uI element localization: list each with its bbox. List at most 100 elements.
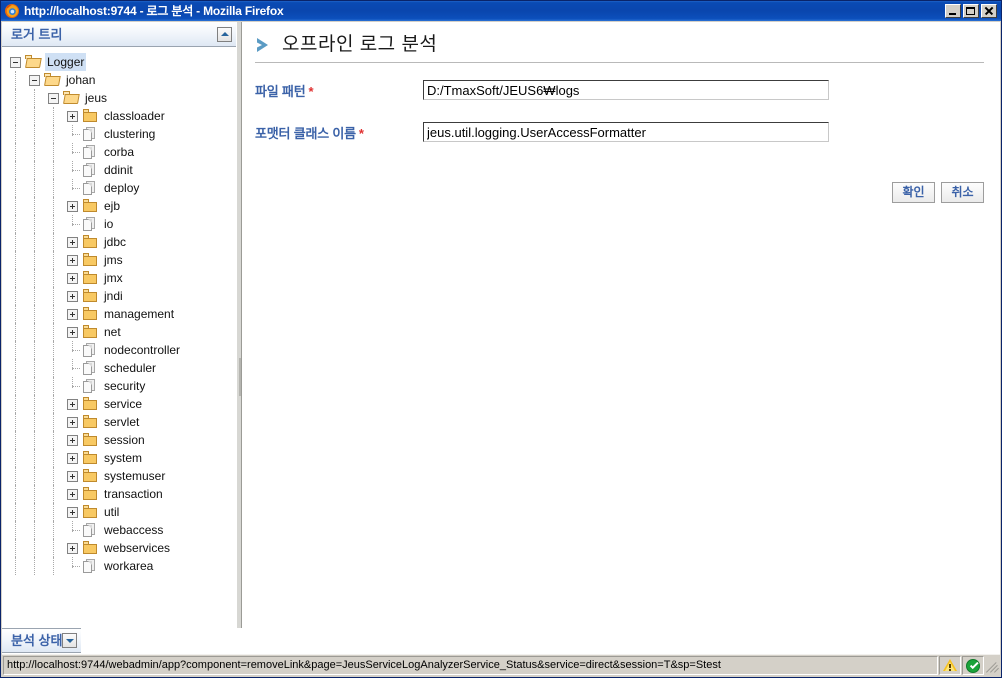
tree-item-jdbc[interactable]: jdbc — [2, 233, 236, 251]
minimize-button[interactable] — [945, 4, 961, 18]
tree-item-label: util — [104, 505, 120, 519]
tree-expand-button[interactable] — [67, 542, 78, 554]
tree-expand-button[interactable] — [67, 290, 78, 302]
tree-guide-line — [53, 377, 54, 395]
tree-item-scheduler[interactable]: scheduler — [2, 358, 236, 377]
resize-grip-icon[interactable] — [984, 656, 1000, 675]
tree-item-label: jdbc — [104, 235, 127, 249]
tree-guide-line — [34, 557, 35, 575]
logger-tree-list: Logger johan jeus classloader clustering corb… — [2, 53, 236, 575]
document-icon — [82, 379, 98, 393]
logger-tree-scroll[interactable]: Logger johan jeus classloader clustering corb… — [2, 47, 236, 628]
tree-item-logger[interactable]: Logger — [2, 53, 236, 71]
tree-item-classloader[interactable]: classloader — [2, 107, 236, 125]
tree-item-service[interactable]: service — [2, 395, 236, 413]
tree-guide-line — [15, 485, 16, 503]
tree-collapse-button[interactable] — [48, 92, 59, 104]
tree-expand-button[interactable] — [67, 200, 78, 212]
tree-item-label: deploy — [104, 181, 140, 195]
triangle-down-icon — [65, 638, 74, 643]
folder-open-icon — [25, 55, 42, 69]
tree-guide-line — [34, 161, 35, 179]
window-title: http://localhost:9744 - 로그 분석 - Mozilla … — [24, 4, 284, 18]
tree-item-corba[interactable]: corba — [2, 142, 236, 161]
tree-expand-button[interactable] — [67, 254, 78, 266]
tree-item-systemuser[interactable]: systemuser — [2, 467, 236, 485]
close-button[interactable] — [981, 4, 997, 18]
tree-item-ddinit[interactable]: ddinit — [2, 160, 236, 179]
tree-collapse-button[interactable] — [10, 56, 21, 68]
tree-item-label: transaction — [104, 487, 163, 501]
tree-guide-line — [34, 539, 35, 557]
tree-item-util[interactable]: util — [2, 503, 236, 521]
formatter-class-input[interactable] — [423, 122, 829, 142]
tree-expand-button[interactable] — [67, 398, 78, 410]
tree-item-ejb[interactable]: ejb — [2, 197, 236, 215]
tree-item-jmx[interactable]: jmx — [2, 269, 236, 287]
tree-item-session[interactable]: session — [2, 431, 236, 449]
tree-toggle-spacer — [67, 178, 80, 194]
tree-item-jms[interactable]: jms — [2, 251, 236, 269]
tree-item-label: jeus — [85, 91, 108, 105]
tree-expand-button[interactable] — [67, 506, 78, 518]
folder-icon — [82, 325, 98, 339]
tree-item-deploy[interactable]: deploy — [2, 178, 236, 197]
tree-guide-line — [53, 467, 54, 485]
logger-tree-title: 로거 트리 — [11, 26, 63, 42]
tree-item-johan[interactable]: johan — [2, 71, 236, 89]
tree-item-system[interactable]: system — [2, 449, 236, 467]
tree-item-jeus[interactable]: jeus — [2, 89, 236, 107]
logger-tree-collapse-button[interactable] — [217, 26, 232, 42]
folder-icon — [82, 415, 98, 429]
page-title: 오프라인 로그 분석 — [282, 34, 438, 55]
tree-expand-button[interactable] — [67, 272, 78, 284]
tree-expand-button[interactable] — [67, 236, 78, 248]
tree-item-webservices[interactable]: webservices — [2, 539, 236, 557]
confirm-button[interactable]: 확인 — [892, 182, 935, 203]
file-pattern-label-text: 파일 패턴 — [255, 83, 306, 99]
tree-guide-line — [53, 197, 54, 215]
tree-expand-button[interactable] — [67, 110, 78, 122]
analysis-status-expand-button[interactable] — [62, 633, 78, 648]
tree-expand-button[interactable] — [67, 308, 78, 320]
tree-collapse-button[interactable] — [29, 74, 40, 86]
tree-guide-line — [53, 125, 54, 143]
tree-item-label: clustering — [104, 127, 156, 141]
tree-expand-button[interactable] — [67, 434, 78, 446]
tree-item-webaccess[interactable]: webaccess — [2, 520, 236, 539]
tree-item-label: webservices — [104, 541, 171, 555]
tree-guide-line — [15, 89, 16, 107]
tree-guide-line — [34, 251, 35, 269]
tree-item-clustering[interactable]: clustering — [2, 124, 236, 143]
tree-expand-button[interactable] — [67, 470, 78, 482]
form-row-file-pattern: 파일 패턴 * — [255, 79, 1000, 101]
tree-item-security[interactable]: security — [2, 376, 236, 395]
tree-item-nodecontroller[interactable]: nodecontroller — [2, 340, 236, 359]
maximize-button[interactable] — [963, 4, 979, 18]
cancel-button[interactable]: 취소 — [941, 182, 984, 203]
tree-expand-button[interactable] — [67, 326, 78, 338]
tree-guide-line — [15, 287, 16, 305]
tree-item-net[interactable]: net — [2, 323, 236, 341]
document-icon — [82, 559, 98, 573]
tree-item-label: workarea — [104, 559, 154, 573]
tree-item-workarea[interactable]: workarea — [2, 556, 236, 575]
folder-icon — [82, 505, 98, 519]
status-security-cell[interactable] — [962, 656, 984, 675]
file-pattern-input[interactable] — [423, 80, 829, 100]
tree-item-io[interactable]: io — [2, 214, 236, 233]
tree-item-jndi[interactable]: jndi — [2, 287, 236, 305]
tree-guide-line — [34, 89, 35, 107]
status-warning-cell[interactable] — [939, 656, 961, 675]
tree-toggle-spacer — [67, 214, 80, 230]
tree-item-label: management — [104, 307, 175, 321]
tree-expand-button[interactable] — [67, 488, 78, 500]
tree-item-management[interactable]: management — [2, 305, 236, 323]
tree-item-servlet[interactable]: servlet — [2, 413, 236, 431]
tree-guide-line — [34, 215, 35, 233]
folder-open-icon — [44, 73, 61, 87]
tree-expand-button[interactable] — [67, 452, 78, 464]
tree-item-transaction[interactable]: transaction — [2, 485, 236, 503]
tree-expand-button[interactable] — [67, 416, 78, 428]
browser-window: http://localhost:9744 - 로그 분석 - Mozilla … — [0, 0, 1002, 678]
